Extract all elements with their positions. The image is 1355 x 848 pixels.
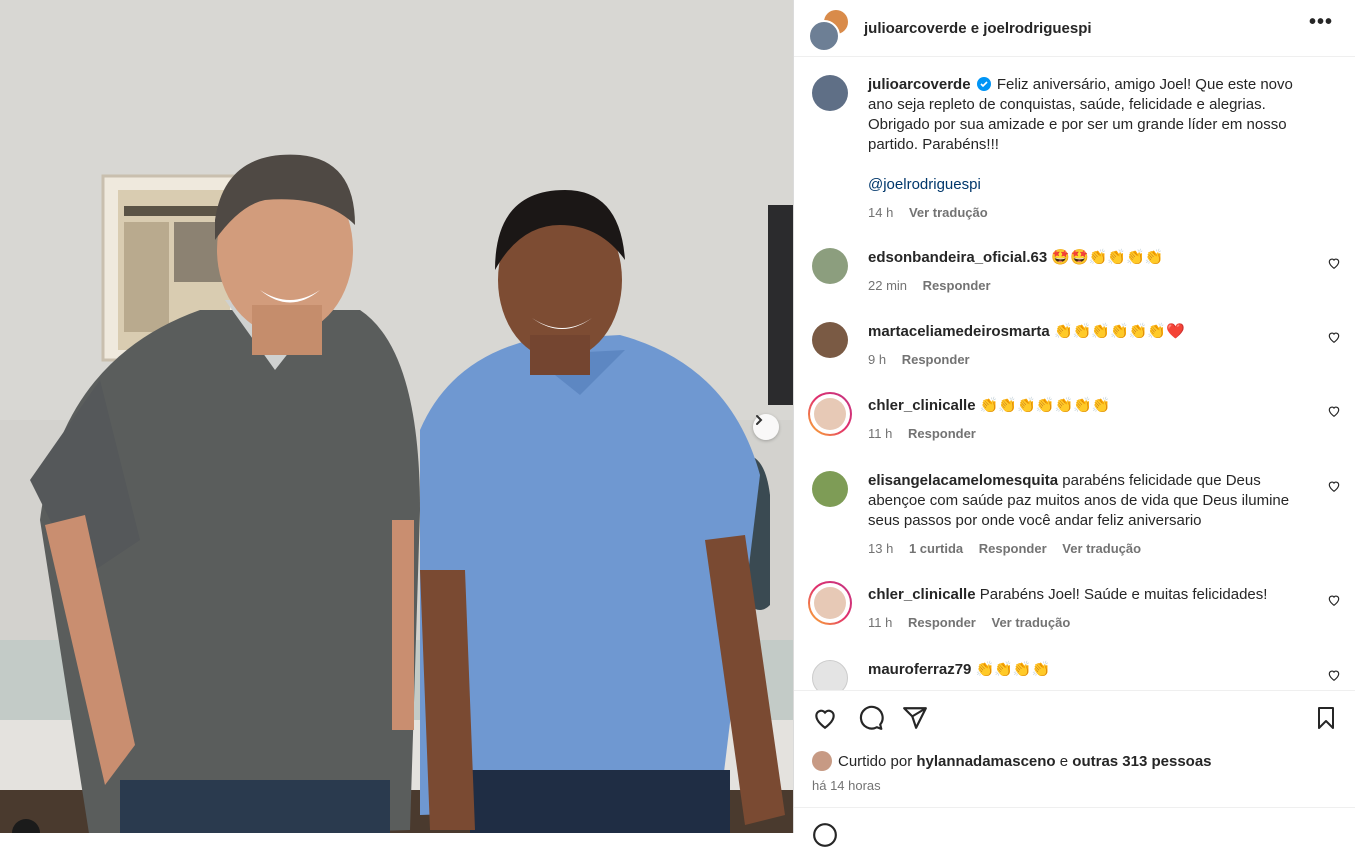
comment-item: mauroferraz79 👏👏👏👏 [812,660,1341,690]
bookmark-save-icon[interactable] [1314,705,1338,731]
reply-button[interactable]: Responder [902,352,970,367]
next-photo-button[interactable] [753,414,779,440]
avatar [808,20,840,52]
comment-bubble-icon[interactable] [858,705,884,731]
timestamp[interactable]: 9 h [868,352,886,367]
instagram-post: julioarcoverde e joelrodriguespi ••• jul… [0,0,1355,847]
post-actions-bar [794,690,1355,749]
avatar[interactable] [808,581,852,625]
comment-body: chler_clinicalle Parabéns Joel! Saúde e … [868,585,1311,633]
like-comment-heart-icon[interactable] [1327,330,1341,344]
translate-button[interactable]: Ver tradução [1062,541,1141,556]
avatar[interactable] [812,322,848,358]
comment-username[interactable]: chler_clinicalle [868,586,976,603]
post-side-panel: julioarcoverde e joelrodriguespi ••• jul… [793,0,1355,847]
comment-meta: 9 h Responder [868,350,1311,370]
caption-body: julioarcoverde Feliz aniversário, amigo … [868,75,1311,223]
collab-avatars[interactable] [808,8,854,52]
translate-button[interactable]: Ver tradução [992,615,1071,630]
comment-likes-count[interactable]: 1 curtida [909,541,963,556]
avatar[interactable] [812,75,848,111]
avatar[interactable] [812,471,848,507]
comment-meta: 11 h Responder Ver tradução [868,613,1311,633]
timestamp[interactable]: 11 h [868,426,892,441]
comment-body: elisangelacamelomesquita parabéns felici… [868,471,1311,559]
reply-button[interactable]: Responder [923,278,991,293]
photo-illustration [0,0,793,833]
like-comment-heart-icon[interactable] [1327,256,1341,270]
like-comment-heart-icon[interactable] [1327,668,1341,682]
verified-badge-icon [976,77,991,91]
post-owners[interactable]: julioarcoverde e joelrodriguespi [864,20,1092,37]
like-comment-heart-icon[interactable] [1327,404,1341,418]
chevron-right-icon [756,415,763,425]
comment-username[interactable]: edsonbandeira_oficial.63 [868,249,1047,266]
post-photo[interactable] [0,0,793,833]
caption-meta: 14 h Ver tradução [868,203,1311,223]
translate-button[interactable]: Ver tradução [909,205,988,220]
comment-text: 🤩🤩👏👏👏👏 [1051,249,1164,266]
like-comment-heart-icon[interactable] [1327,593,1341,607]
reply-button[interactable]: Responder [908,426,976,441]
liked-by-others[interactable]: outras 313 pessoas [1072,753,1211,770]
comment-body: martaceliamedeirosmarta 👏👏👏👏👏👏❤️ 9 h Res… [868,322,1311,370]
comment-item: martaceliamedeirosmarta 👏👏👏👏👏👏❤️ 9 h Res… [812,322,1341,382]
more-options-button[interactable]: ••• [1309,12,1333,32]
comments-list[interactable]: julioarcoverde Feliz aniversário, amigo … [794,57,1355,690]
comment-body: edsonbandeira_oficial.63 🤩🤩👏👏👏👏 22 min R… [868,248,1311,296]
reply-button[interactable]: Responder [979,541,1047,556]
post-time[interactable]: há 14 horas [812,778,881,793]
comment-username[interactable]: martaceliamedeirosmarta [868,323,1050,340]
comment-text: 👏👏👏👏👏👏❤️ [1053,323,1185,340]
comment-item: chler_clinicalle 👏👏👏👏👏👏👏 11 h Responder [808,392,1341,456]
liked-by-user[interactable]: hylannadamasceno [916,753,1055,770]
mention-link[interactable]: @joelrodriguespi [868,176,981,193]
comment-username[interactable]: chler_clinicalle [868,397,976,414]
comment-text: 👏👏👏👏👏👏👏 [979,397,1111,414]
likes-summary: Curtido por hylannadamasceno e outras 31… [812,751,1212,771]
add-comment-bar[interactable] [794,807,1355,847]
caption-username[interactable]: julioarcoverde [868,76,971,93]
comment-username[interactable]: elisangelacamelomesquita [868,472,1058,489]
comment-body: chler_clinicalle 👏👏👏👏👏👏👏 11 h Responder [868,396,1311,444]
comment-item: edsonbandeira_oficial.63 🤩🤩👏👏👏👏 22 min R… [812,248,1341,308]
avatar[interactable] [808,392,852,436]
likes-joiner: e [1059,752,1069,770]
likes-prefix: Curtido por [838,752,913,770]
comment-text: 👏👏👏👏 [975,661,1051,678]
comment-username[interactable]: mauroferraz79 [868,661,971,678]
comment-item: chler_clinicalle Parabéns Joel! Saúde e … [808,581,1341,645]
comment-meta: 13 h 1 curtida Responder Ver tradução [868,539,1311,559]
comment-meta: 22 min Responder [868,276,1311,296]
comment-item: elisangelacamelomesquita parabéns felici… [812,471,1341,571]
comment-meta: 11 h Responder [868,424,1311,444]
reply-button[interactable]: Responder [908,615,976,630]
timestamp[interactable]: 14 h [868,205,893,220]
emoji-icon[interactable] [812,822,838,848]
timestamp[interactable]: 11 h [868,615,892,630]
timestamp[interactable]: 22 min [868,278,907,293]
caption: julioarcoverde Feliz aniversário, amigo … [812,75,1341,225]
like-comment-heart-icon[interactable] [1327,479,1341,493]
avatar[interactable] [812,751,832,771]
comment-text: Parabéns Joel! Saúde e muitas felicidade… [979,586,1268,603]
avatar[interactable] [812,248,848,284]
timestamp[interactable]: 13 h [868,541,893,556]
share-send-icon[interactable] [902,705,928,731]
post-header: julioarcoverde e joelrodriguespi ••• [794,0,1355,57]
comment-body: mauroferraz79 👏👏👏👏 [868,660,1311,680]
avatar[interactable] [812,660,848,690]
like-heart-icon[interactable] [812,705,838,731]
